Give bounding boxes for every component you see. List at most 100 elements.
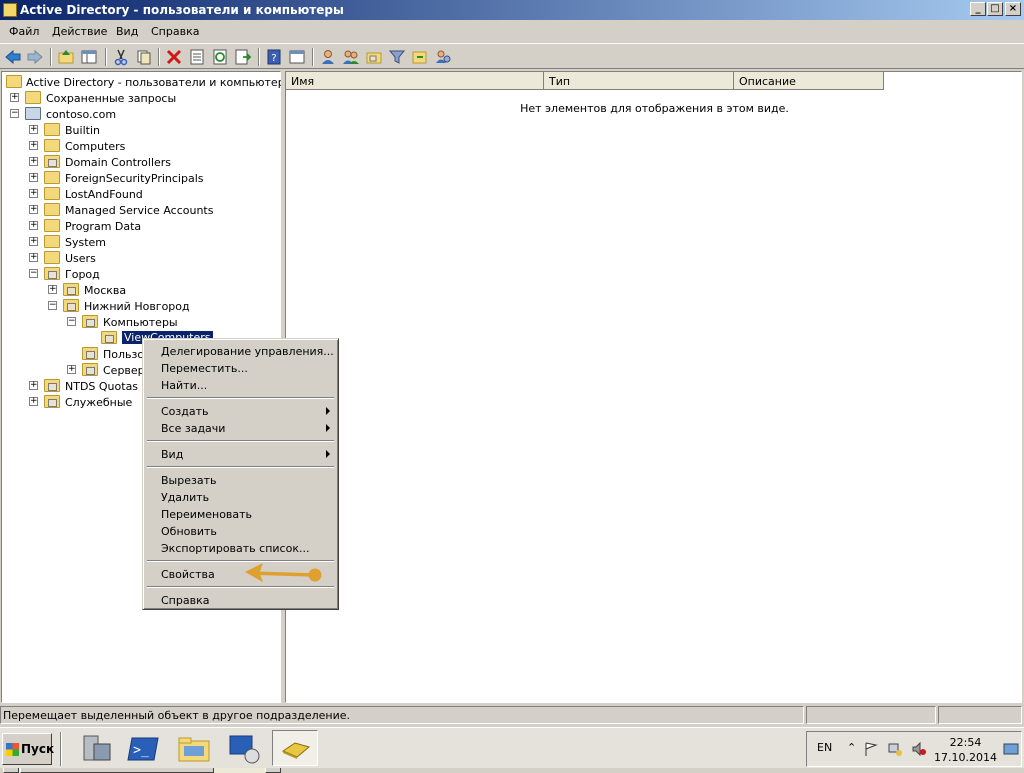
tree-root[interactable]: Active Directory - пользователи и компью… bbox=[6, 74, 314, 90]
network-icon[interactable] bbox=[887, 741, 903, 757]
expand-icon[interactable]: + bbox=[67, 365, 76, 374]
clock-date: 17.10.2014 bbox=[934, 751, 997, 764]
folder-icon bbox=[44, 251, 60, 264]
show-hide-tree-icon[interactable] bbox=[80, 48, 98, 66]
new-group-icon[interactable] bbox=[342, 48, 360, 66]
expand-icon[interactable]: + bbox=[29, 397, 38, 406]
expand-icon[interactable]: + bbox=[29, 237, 38, 246]
back-icon[interactable] bbox=[4, 48, 22, 66]
menu-find[interactable]: Найти... bbox=[146, 377, 335, 394]
server-manager-icon[interactable] bbox=[78, 732, 114, 766]
add-to-group-icon[interactable] bbox=[434, 48, 452, 66]
explorer-icon[interactable] bbox=[176, 732, 212, 766]
folder-icon bbox=[44, 171, 60, 184]
tree-item-builtin[interactable]: + Builtin bbox=[2, 122, 280, 138]
menu-delegate-control[interactable]: Делегирование управления... bbox=[146, 343, 335, 360]
menu-export-list[interactable]: Экспортировать список... bbox=[146, 540, 335, 557]
clock[interactable]: 22:54 17.10.2014 bbox=[934, 735, 997, 765]
tree-item-gorod[interactable]: − Город bbox=[2, 266, 280, 282]
collapse-icon[interactable]: − bbox=[10, 109, 19, 118]
column-header-name[interactable]: Имя bbox=[286, 72, 544, 90]
expand-icon[interactable]: + bbox=[29, 253, 38, 262]
tree-item-kompyutery[interactable]: − Компьютеры bbox=[2, 314, 280, 330]
taskbar-button-aduc[interactable] bbox=[272, 730, 318, 766]
ou-folder-icon bbox=[63, 299, 79, 312]
tree-item-lost-and-found[interactable]: + LostAndFound bbox=[2, 186, 280, 202]
expand-icon[interactable]: + bbox=[29, 221, 38, 230]
expand-icon[interactable]: + bbox=[48, 285, 57, 294]
expand-icon[interactable]: + bbox=[29, 381, 38, 390]
show-hidden-icons-icon[interactable]: ⌃ bbox=[847, 741, 856, 754]
menu-delete[interactable]: Удалить bbox=[146, 489, 335, 506]
collapse-icon[interactable]: − bbox=[67, 317, 76, 326]
expand-icon[interactable]: + bbox=[29, 189, 38, 198]
help-icon[interactable]: ? bbox=[265, 48, 283, 66]
expand-icon[interactable]: + bbox=[29, 157, 38, 166]
volume-muted-icon[interactable] bbox=[911, 741, 927, 757]
expand-icon[interactable]: + bbox=[29, 141, 38, 150]
filter-icon[interactable] bbox=[388, 48, 406, 66]
snapin-icon bbox=[6, 75, 22, 88]
refresh-icon[interactable] bbox=[211, 48, 229, 66]
new-user-icon[interactable] bbox=[319, 48, 337, 66]
tree-item-domain-controllers[interactable]: + Domain Controllers bbox=[2, 154, 280, 170]
forward-icon[interactable] bbox=[26, 48, 44, 66]
menu-cut[interactable]: Вырезать bbox=[146, 472, 335, 489]
delete-icon[interactable] bbox=[165, 48, 183, 66]
tree-item-program-data[interactable]: + Program Data bbox=[2, 218, 280, 234]
close-button[interactable]: × bbox=[1005, 2, 1021, 16]
menu-view[interactable]: Вид bbox=[146, 446, 335, 463]
language-indicator[interactable]: EN bbox=[817, 741, 832, 754]
column-header-description[interactable]: Описание bbox=[734, 72, 884, 90]
powershell-icon[interactable]: >_ bbox=[126, 732, 162, 766]
maximize-button[interactable]: □ bbox=[987, 2, 1003, 16]
menu-new[interactable]: Создать bbox=[146, 403, 335, 420]
menu-help[interactable]: Справка bbox=[151, 25, 199, 38]
details-pane[interactable]: Имя Тип Описание Нет элементов для отобр… bbox=[285, 71, 1022, 703]
tree-item-managed-service-accounts[interactable]: + Managed Service Accounts bbox=[2, 202, 280, 218]
tree-item-system[interactable]: + System bbox=[2, 234, 280, 250]
export-icon[interactable] bbox=[234, 48, 252, 66]
menu-action[interactable]: Действие bbox=[52, 25, 107, 38]
tree-item-label: Компьютеры bbox=[103, 316, 178, 329]
tree-item-nizhny-novgorod[interactable]: − Нижний Новгород bbox=[2, 298, 280, 314]
collapse-icon[interactable]: − bbox=[48, 301, 57, 310]
properties-icon[interactable] bbox=[188, 48, 206, 66]
menu-refresh[interactable]: Обновить bbox=[146, 523, 335, 540]
copy-icon[interactable] bbox=[135, 48, 153, 66]
expand-icon[interactable]: + bbox=[29, 205, 38, 214]
remote-desktop-icon[interactable] bbox=[226, 732, 262, 766]
menu-view[interactable]: Вид bbox=[116, 25, 138, 38]
tree-item-saved-queries[interactable]: + Сохраненные запросы bbox=[2, 90, 280, 106]
menu-help[interactable]: Справка bbox=[146, 592, 335, 609]
expand-icon[interactable]: + bbox=[10, 93, 19, 102]
new-ou-icon[interactable] bbox=[365, 48, 383, 66]
cut-icon[interactable] bbox=[112, 48, 130, 66]
ou-folder-icon bbox=[82, 347, 98, 360]
ou-folder-icon bbox=[82, 363, 98, 376]
tree-item-label: ForeignSecurityPrincipals bbox=[65, 172, 204, 185]
up-icon[interactable] bbox=[57, 48, 75, 66]
menu-all-tasks[interactable]: Все задачи bbox=[146, 420, 335, 437]
status-text: Перемещает выделенный объект в другое по… bbox=[0, 706, 804, 724]
tree-item-contoso-com[interactable]: − contoso.com bbox=[2, 106, 280, 122]
column-header-type[interactable]: Тип bbox=[544, 72, 734, 90]
tree-item-computers[interactable]: + Computers bbox=[2, 138, 280, 154]
collapse-icon[interactable]: − bbox=[29, 269, 38, 278]
action-center-flag-icon[interactable] bbox=[863, 741, 879, 757]
tree-item-label: Нижний Новгород bbox=[84, 300, 190, 313]
console-tree-icon[interactable] bbox=[288, 48, 306, 66]
tree-item-users[interactable]: + Users bbox=[2, 250, 280, 266]
menu-rename[interactable]: Переименовать bbox=[146, 506, 335, 523]
tree-item-foreign-security-principals[interactable]: + ForeignSecurityPrincipals bbox=[2, 170, 280, 186]
tree-item-moskva[interactable]: + Москва bbox=[2, 282, 280, 298]
minimize-button[interactable]: _ bbox=[970, 2, 986, 16]
start-button[interactable]: Пуск bbox=[2, 733, 54, 765]
expand-icon[interactable]: + bbox=[29, 173, 38, 182]
menu-bar: Файл Действие Вид Справка bbox=[0, 21, 1024, 43]
find-icon[interactable] bbox=[411, 48, 429, 66]
show-desktop-icon[interactable] bbox=[1003, 741, 1019, 757]
expand-icon[interactable]: + bbox=[29, 125, 38, 134]
menu-move[interactable]: Переместить... bbox=[146, 360, 335, 377]
menu-file[interactable]: Файл bbox=[9, 25, 39, 38]
